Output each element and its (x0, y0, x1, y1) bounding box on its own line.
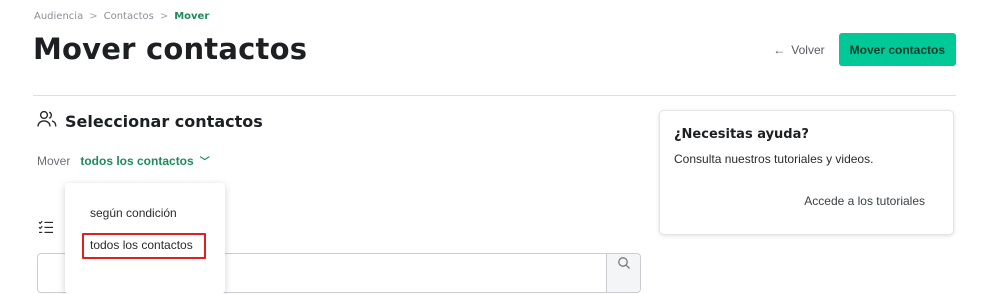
move-contacts-button[interactable]: Mover contactos (838, 33, 956, 66)
users-icon (37, 110, 57, 132)
move-selector-row: Mover todos los contactos ﹀ (37, 153, 210, 169)
back-link[interactable]: ← Volver (773, 43, 824, 57)
tutorials-link[interactable]: Accede a los tutoriales (804, 194, 925, 208)
section-title: Seleccionar contactos (37, 110, 263, 132)
highlight-box (82, 233, 206, 259)
contacts-scope-value: todos los contactos (80, 153, 194, 168)
move-prefix-label: Mover (37, 153, 71, 168)
breadcrumb-separator: > (159, 11, 169, 22)
search-icon[interactable] (606, 254, 640, 292)
page-title: Mover contactos (33, 32, 308, 66)
breadcrumb-item-audiencia[interactable]: Audiencia (34, 11, 83, 22)
help-description: Consulta nuestros tutoriales y videos. (674, 152, 874, 166)
contacts-scope-dropdown[interactable]: todos los contactos ﹀ (80, 153, 210, 169)
back-label: Volver (791, 42, 825, 57)
breadcrumb-item-contactos[interactable]: Contactos (104, 11, 154, 22)
contacts-scope-menu: según condición todos los contactos (65, 183, 225, 294)
arrow-left-icon: ← (773, 42, 786, 57)
header-actions: ← Volver Mover contactos (773, 33, 956, 66)
chevron-down-icon: ﹀ (199, 157, 210, 168)
section-title-label: Seleccionar contactos (65, 111, 263, 131)
breadcrumb: Audiencia > Contactos > Mover (34, 11, 209, 22)
breadcrumb-current: Mover (174, 11, 210, 22)
header-divider (33, 95, 956, 96)
help-title: ¿Necesitas ayuda? (674, 127, 809, 142)
breadcrumb-separator: > (89, 11, 98, 22)
checklist-icon (38, 219, 54, 235)
help-card: ¿Necesitas ayuda? Consulta nuestros tuto… (659, 110, 954, 235)
menu-item-segun-condicion[interactable]: según condición (90, 206, 177, 220)
